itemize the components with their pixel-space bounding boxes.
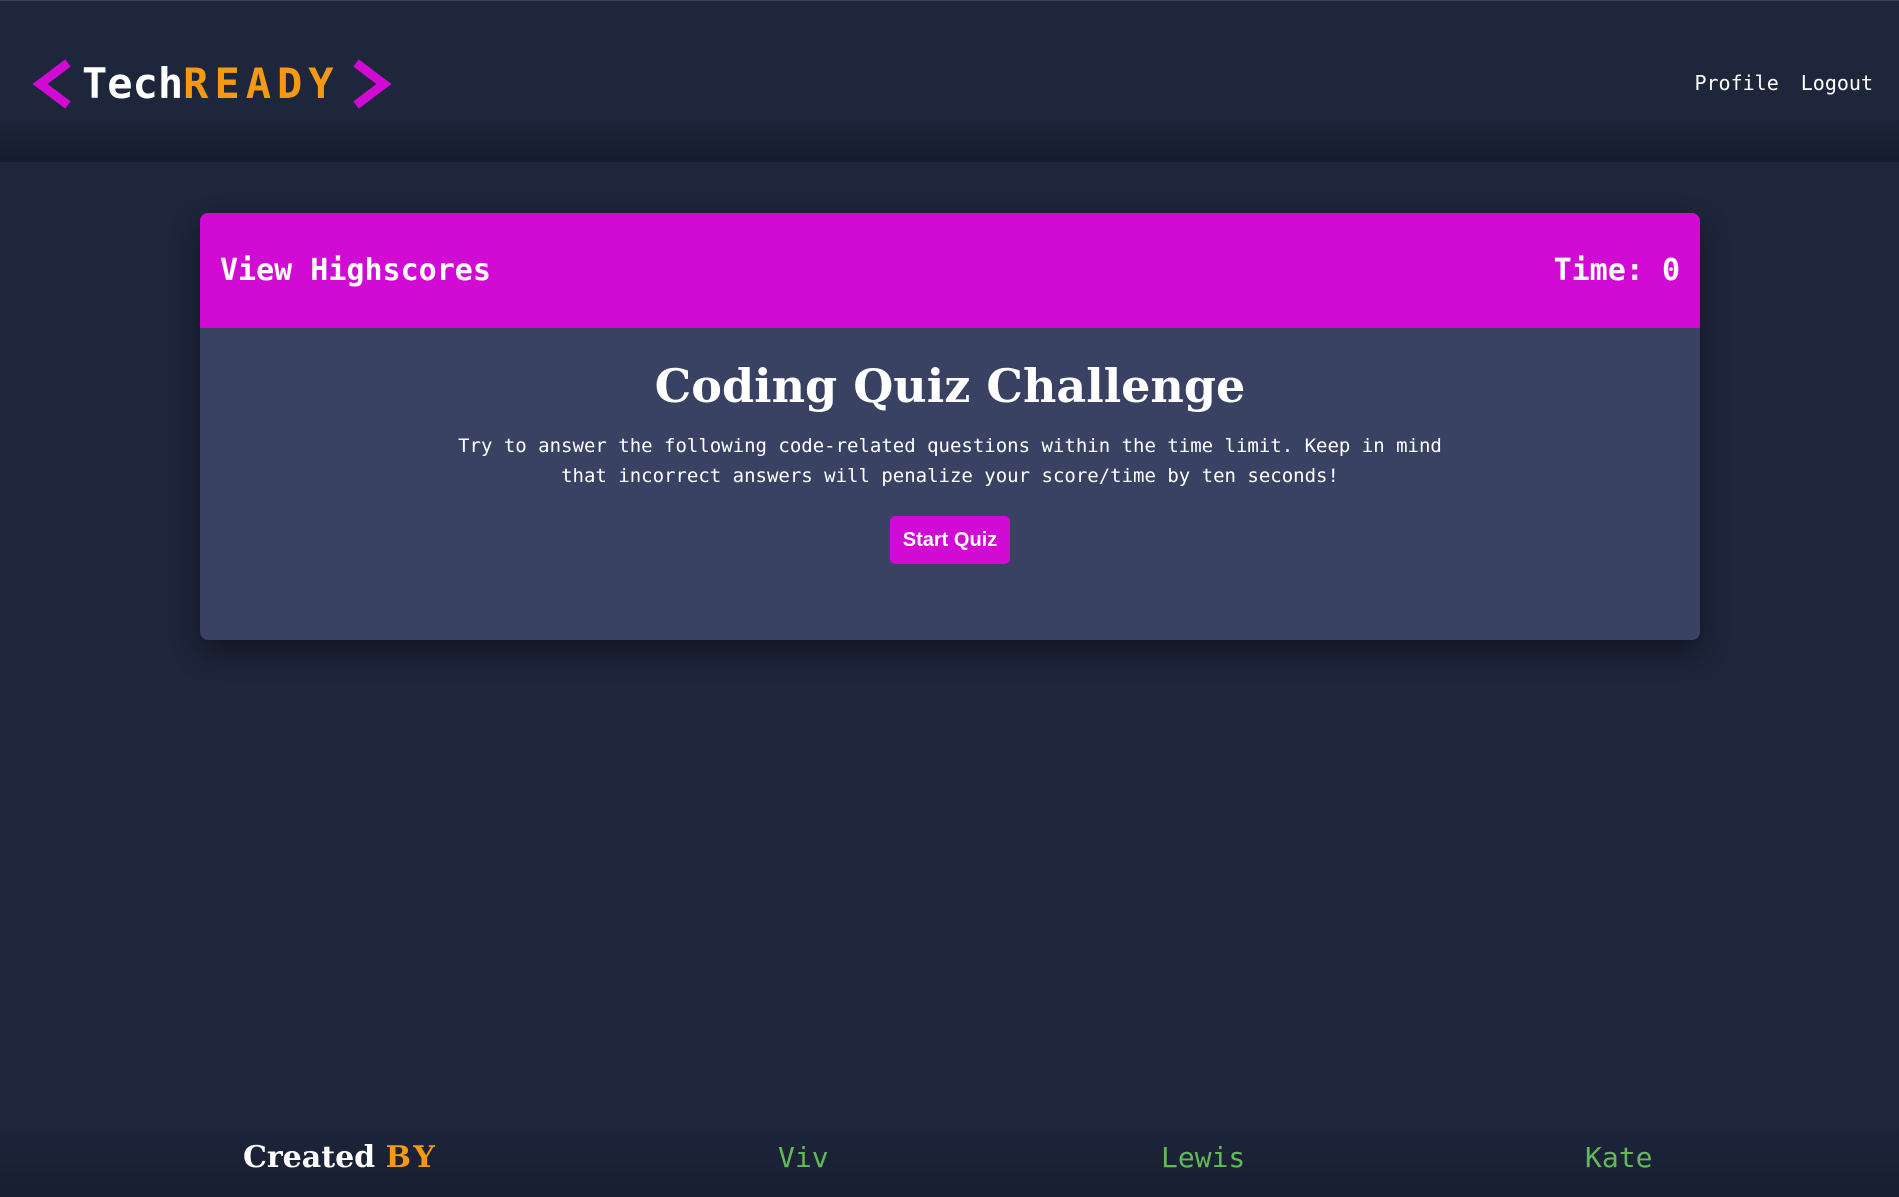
logout-link[interactable]: Logout (1801, 69, 1873, 97)
quiz-card-header: View Highscores Time: 0 (200, 213, 1700, 328)
main-nav: Profile Logout (1694, 69, 1873, 97)
page: TechREADY Profile Logout View Highscores… (0, 0, 1899, 1197)
left-angle-bracket-icon (32, 59, 71, 109)
profile-link[interactable]: Profile (1694, 69, 1778, 97)
quiz-title: Coding Quiz Challenge (654, 359, 1246, 413)
logo-tech-text: Tech (82, 59, 184, 108)
site-footer: Created BY Viv Lewis Kate (0, 1120, 1899, 1197)
created-text: Created (243, 1140, 376, 1175)
author-link-lewis[interactable]: Lewis (1161, 1138, 1245, 1178)
techready-logo[interactable]: TechREADY (32, 57, 392, 111)
by-text: BY (385, 1140, 438, 1175)
quiz-card: View Highscores Time: 0 Coding Quiz Chal… (200, 213, 1700, 640)
logo-ready-text: READY (183, 59, 340, 108)
quiz-timer: Time: 0 (1554, 251, 1680, 291)
view-highscores-link[interactable]: View Highscores (220, 251, 491, 291)
right-angle-bracket-icon (352, 59, 392, 109)
site-header: TechREADY Profile Logout (0, 0, 1899, 162)
timer-value: 0 (1661, 253, 1680, 288)
author-link-kate[interactable]: Kate (1585, 1138, 1652, 1178)
created-by-label: Created BY (243, 1138, 438, 1178)
quiz-description: Try to answer the following code-related… (458, 435, 1442, 487)
author-link-viv[interactable]: Viv (778, 1138, 829, 1178)
timer-label: Time: (1553, 253, 1644, 288)
logo-text: TechREADY (82, 57, 340, 111)
start-quiz-button[interactable]: Start Quiz (890, 516, 1010, 564)
